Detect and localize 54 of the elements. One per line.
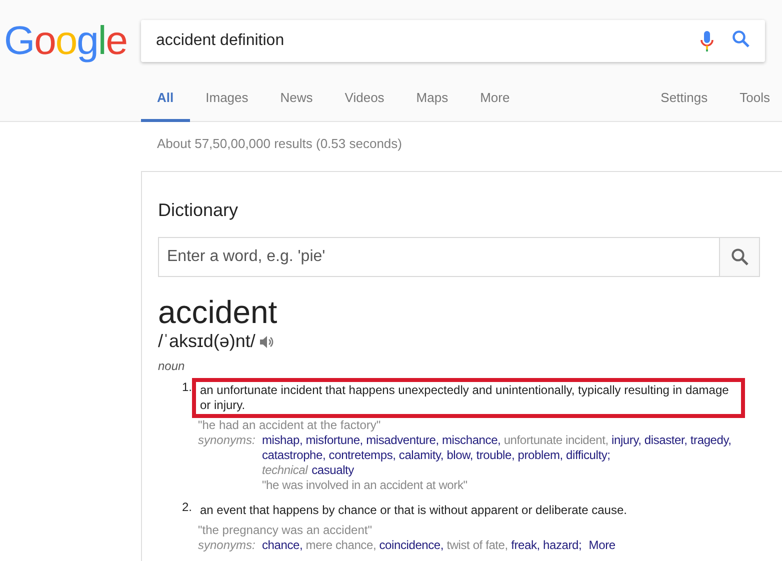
search-field[interactable]: accident definition xyxy=(141,20,765,62)
headword: accident xyxy=(158,295,278,329)
search-button[interactable] xyxy=(719,237,760,277)
tab[interactable]: Images xyxy=(190,90,264,122)
highlighted-definition: an unfortunate incident that happens unexpectedly and unintentionally, typically resulting in damage or injury. xyxy=(192,378,745,418)
synonym-link[interactable]: disaster, xyxy=(644,433,688,447)
word-search-field[interactable]: Enter a word, e.g. 'pie' xyxy=(158,237,719,277)
definition: an event that happens by chance or that is without apparent or deliberate cause. xyxy=(199,502,628,519)
synonym-link[interactable]: problem, xyxy=(518,448,563,462)
search-icon xyxy=(730,248,748,266)
synonym-link[interactable]: casualty xyxy=(312,463,354,477)
tab[interactable]: Maps xyxy=(400,90,464,122)
more-link[interactable]: More xyxy=(588,538,616,552)
synonym-link[interactable]: calamity, xyxy=(398,448,444,462)
tab[interactable]: Videos xyxy=(328,90,400,122)
synonym-link[interactable]: contretemps, xyxy=(328,448,396,462)
speaker-icon[interactable] xyxy=(259,334,274,348)
result-stats: About 57,50,00,000 results (0.53 seconds) xyxy=(157,136,403,151)
synonyms-label: synonyms: xyxy=(198,433,256,449)
part-of-speech: noun xyxy=(158,359,186,373)
synonym-link[interactable]: freak, xyxy=(511,538,540,552)
tab[interactable]: More xyxy=(464,90,526,122)
synonym: twist of fate, xyxy=(446,538,508,552)
synonym-link[interactable]: trouble, xyxy=(476,448,515,462)
synonym: unfortunate incident, xyxy=(504,433,608,447)
synonyms-label: synonyms: xyxy=(198,538,256,553)
search-icon[interactable] xyxy=(732,30,750,48)
microphone-icon[interactable] xyxy=(700,30,714,52)
synonym-link[interactable]: catastrophe, xyxy=(262,448,326,462)
synonym-link[interactable]: misfortune, xyxy=(306,433,363,447)
logo[interactable]: Google xyxy=(4,20,126,62)
example-sentence: "he was involved in an accident at work" xyxy=(262,478,468,493)
toolbar-link[interactable]: Settings xyxy=(640,90,720,122)
synonym-link[interactable]: coincidence, xyxy=(379,538,444,552)
card-title: Dictionary xyxy=(158,200,240,221)
synonym-link[interactable]: injury, xyxy=(612,433,642,447)
example-sentence: "he had an accident at the factory" xyxy=(198,418,382,433)
example-sentence: "the pregnancy was an accident" xyxy=(198,523,373,538)
tab[interactable]: All xyxy=(141,90,190,122)
synonym-link[interactable]: mishap, xyxy=(262,433,303,447)
synonym-link[interactable]: tragedy, xyxy=(690,433,732,447)
synonym-link[interactable]: hazard; xyxy=(543,538,582,552)
toolbar-link[interactable]: Tools xyxy=(720,90,782,122)
synonym-link[interactable]: misadventure, xyxy=(366,433,439,447)
synonym: mere chance, xyxy=(306,538,376,552)
synonym-link[interactable]: chance, xyxy=(262,538,303,552)
synonym-link[interactable]: mischance, xyxy=(442,433,501,447)
definition-number: 2. xyxy=(180,499,193,516)
definition-number: 1. xyxy=(180,379,193,396)
synonym-link[interactable]: blow, xyxy=(446,448,474,462)
usage-label: technical xyxy=(262,463,308,477)
tab[interactable]: News xyxy=(264,90,329,122)
pronunciation: /ˈaksɪd(ə)nt/ xyxy=(158,331,256,352)
synonym-link[interactable]: difficulty; xyxy=(566,448,610,462)
